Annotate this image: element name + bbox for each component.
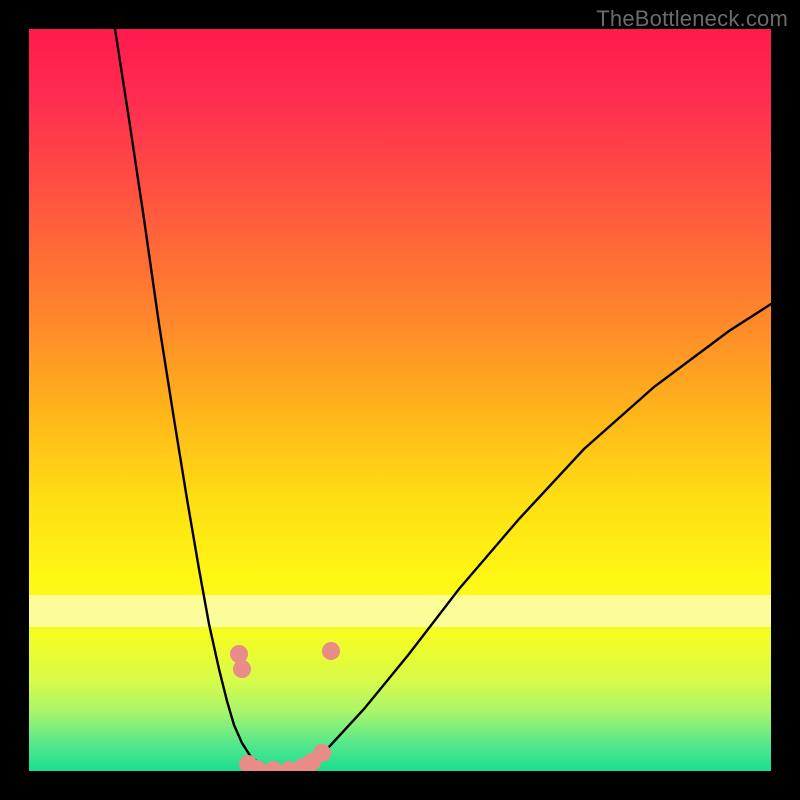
watermark-text: TheBottleneck.com bbox=[596, 6, 788, 32]
data-marker bbox=[233, 660, 251, 678]
data-marker bbox=[322, 642, 340, 660]
data-marker bbox=[230, 645, 248, 663]
bottleneck-curve-plot bbox=[29, 29, 771, 771]
data-marker bbox=[264, 761, 282, 771]
bottleneck-curve bbox=[115, 29, 771, 771]
data-marker bbox=[313, 744, 331, 762]
